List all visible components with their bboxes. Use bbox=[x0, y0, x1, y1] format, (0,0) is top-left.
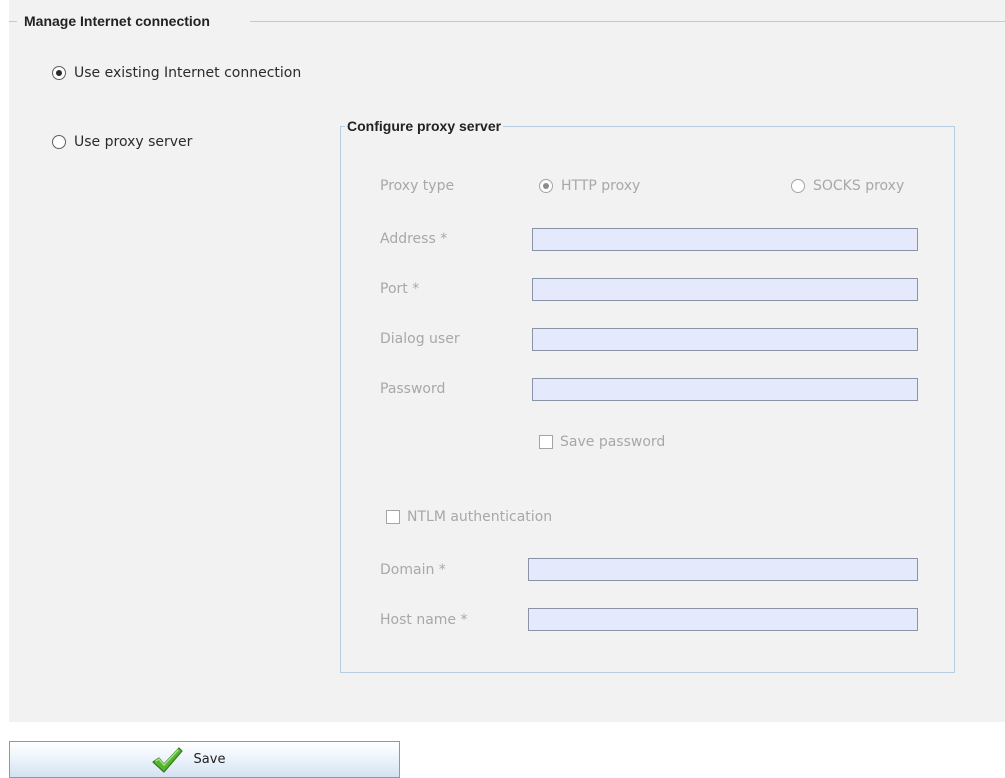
use-existing-connection-label: Use existing Internet connection bbox=[74, 65, 302, 81]
host-name-field[interactable] bbox=[528, 608, 918, 631]
http-proxy-radio[interactable] bbox=[539, 179, 553, 193]
address-label: Address * bbox=[380, 231, 448, 247]
save-password-option[interactable]: Save password bbox=[539, 434, 665, 450]
ntlm-authentication-checkbox[interactable] bbox=[386, 510, 400, 524]
password-label: Password bbox=[380, 381, 446, 397]
checkmark-icon bbox=[150, 745, 184, 775]
password-field[interactable] bbox=[532, 378, 918, 401]
http-proxy-label: HTTP proxy bbox=[561, 178, 641, 194]
ntlm-authentication-option[interactable]: NTLM authentication bbox=[386, 509, 552, 525]
dialog-user-field[interactable] bbox=[532, 328, 918, 351]
configure-proxy-title: Configure proxy server bbox=[345, 118, 504, 134]
use-proxy-server-radio[interactable] bbox=[52, 135, 66, 149]
port-field[interactable] bbox=[532, 278, 918, 301]
host-name-label: Host name * bbox=[380, 612, 468, 628]
use-existing-connection-radio[interactable] bbox=[52, 66, 66, 80]
save-password-checkbox[interactable] bbox=[539, 435, 553, 449]
manage-connection-page: Manage Internet connection Use existing … bbox=[0, 0, 1005, 778]
ntlm-authentication-label: NTLM authentication bbox=[407, 509, 553, 525]
address-field[interactable] bbox=[532, 228, 918, 251]
http-proxy-option[interactable]: HTTP proxy bbox=[539, 178, 640, 194]
section-title: Manage Internet connection bbox=[24, 13, 210, 29]
use-proxy-server-label: Use proxy server bbox=[74, 134, 193, 150]
save-button-label: Save bbox=[193, 752, 226, 767]
proxy-type-label: Proxy type bbox=[380, 178, 455, 194]
panel-border-left bbox=[9, 21, 17, 22]
socks-proxy-option[interactable]: SOCKS proxy bbox=[791, 178, 904, 194]
domain-label: Domain * bbox=[380, 562, 446, 578]
panel-border-top bbox=[250, 21, 1005, 22]
use-existing-connection-option[interactable]: Use existing Internet connection bbox=[52, 65, 301, 81]
dialog-user-label: Dialog user bbox=[380, 331, 460, 347]
socks-proxy-label: SOCKS proxy bbox=[813, 178, 905, 194]
domain-field[interactable] bbox=[528, 558, 918, 581]
socks-proxy-radio[interactable] bbox=[791, 179, 805, 193]
use-proxy-server-option[interactable]: Use proxy server bbox=[52, 134, 192, 150]
save-password-label: Save password bbox=[560, 434, 666, 450]
port-label: Port * bbox=[380, 281, 420, 297]
save-button[interactable]: Save bbox=[9, 741, 400, 778]
